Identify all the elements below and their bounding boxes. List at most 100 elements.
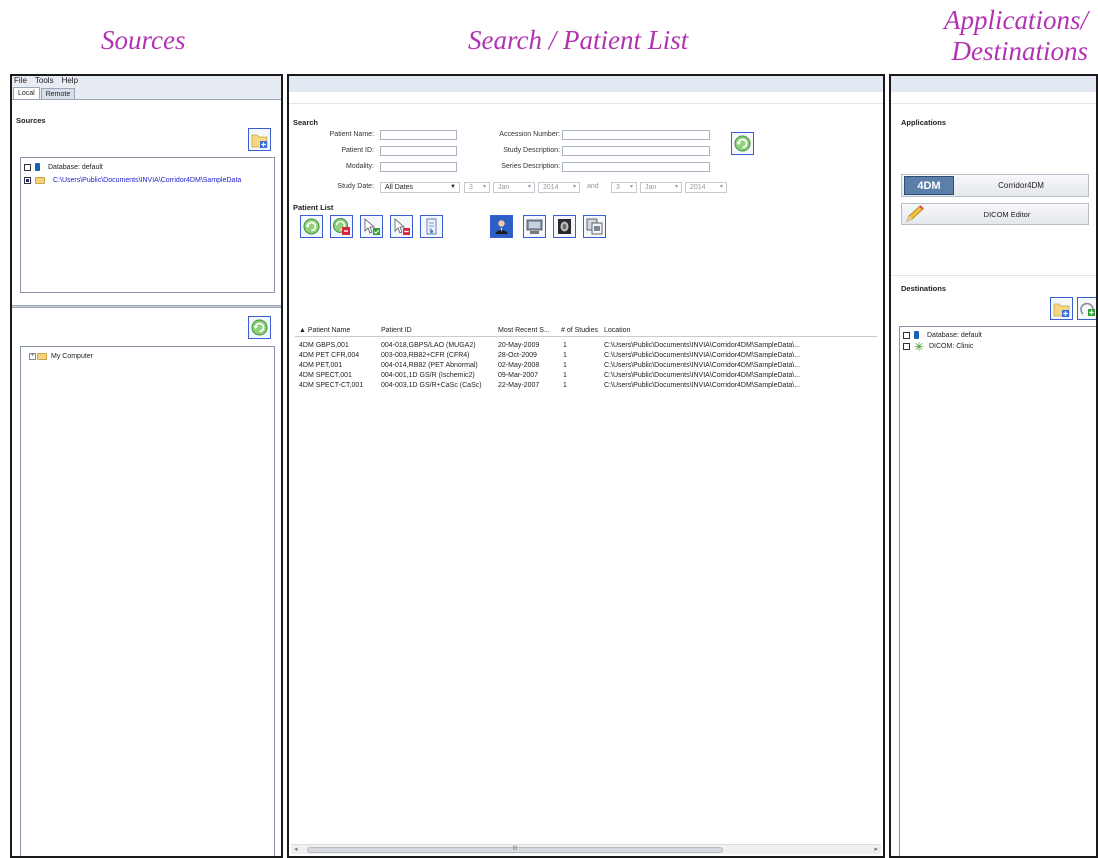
column-number-of-studies[interactable]: # of Studies	[561, 325, 598, 337]
log-icon	[426, 218, 437, 235]
tab-remote[interactable]: Remote	[40, 88, 76, 99]
study-date-select[interactable]: All Dates ▼	[380, 182, 460, 193]
from-day-select[interactable]: 3 ▾	[464, 182, 490, 193]
add-destination-button[interactable]	[1050, 297, 1073, 320]
study-description-input[interactable]	[562, 146, 710, 156]
column-patient-id[interactable]: Patient ID	[381, 325, 412, 337]
add-network-destination-button[interactable]	[1077, 297, 1096, 320]
select-all-button[interactable]	[360, 215, 383, 238]
copy-icon	[586, 218, 603, 235]
sources-caption: Sources	[101, 25, 186, 55]
table-row[interactable]: 4DM PET,001 004-014,RB82 (PET Abnormal) …	[295, 361, 877, 371]
scrollbar-grip: III	[512, 846, 518, 852]
accession-input[interactable]	[562, 130, 710, 140]
patient-id-input[interactable]	[380, 146, 457, 156]
table-row[interactable]: 4DM SPECT-CT,001 004-003,1D GS/R+CaSc (C…	[295, 381, 877, 391]
modality-label: Modality:	[345, 163, 374, 170]
scrollbar-thumb[interactable]: III	[307, 846, 723, 853]
scroll-left-icon[interactable]: ◂	[294, 845, 298, 853]
divider	[891, 103, 1096, 104]
study-description-label: Study Description:	[503, 147, 560, 154]
destination-checkbox-database[interactable]	[903, 331, 910, 339]
destination-item-dicom-clinic[interactable]: DICOM: Clinic	[903, 341, 1096, 351]
corridor4dm-label: Corridor4DM	[998, 181, 1044, 190]
applications-caption-line1: Applications/	[944, 5, 1088, 35]
refresh-tree-button[interactable]	[248, 316, 271, 339]
from-year-select[interactable]: 2014 ▾	[538, 182, 580, 193]
cell-patient-name: 4DM SPECT-CT,001	[299, 382, 364, 389]
splitter[interactable]	[12, 305, 281, 308]
series-view-button[interactable]	[553, 215, 576, 238]
refresh-list-button[interactable]	[300, 215, 323, 238]
add-source-button[interactable]	[248, 128, 271, 151]
applications-caption-line2: Destinations	[951, 36, 1088, 66]
destination-item-database[interactable]: Database: default	[903, 330, 1096, 340]
table-row[interactable]: 4DM PET CFR,004 003-003,RB82+CFR (CFR4) …	[295, 351, 877, 361]
cell-patient-id: 004-018,GBPS/LAO (MUGA2)	[381, 342, 476, 349]
from-year-value: 2014	[543, 184, 559, 191]
cell-study-count: 1	[563, 382, 567, 389]
to-month-select[interactable]: Jan ▾	[640, 182, 682, 193]
log-button[interactable]	[420, 215, 443, 238]
applications-panel-header	[891, 76, 1096, 92]
expand-icon[interactable]: +	[29, 352, 36, 360]
refresh-delete-button[interactable]	[330, 215, 353, 238]
column-location[interactable]: Location	[604, 325, 630, 337]
to-day-select[interactable]: 3 ▾	[611, 182, 637, 193]
refresh-icon	[303, 218, 320, 235]
column-patient-name[interactable]: ▲ Patient Name	[299, 325, 350, 337]
table-row[interactable]: 4DM GBPS,001 004-018,GBPS/LAO (MUGA2) 20…	[295, 341, 877, 351]
to-year-select[interactable]: 2014 ▾	[685, 182, 727, 193]
source-item-folder[interactable]: C:\Users\Public\Documents\INVIA\Corridor…	[24, 175, 274, 185]
deselect-icon	[394, 218, 410, 235]
source-checkbox-database[interactable]	[24, 163, 31, 171]
chevron-down-icon: ▾	[482, 184, 486, 190]
patient-icon	[495, 220, 508, 234]
dicom-editor-button[interactable]: DICOM Editor	[901, 203, 1089, 225]
cell-patient-name: 4DM PET,001	[299, 362, 343, 369]
cell-most-recent: 20-May-2009	[498, 342, 540, 349]
search-refresh-button[interactable]	[731, 132, 754, 155]
column-most-recent[interactable]: Most Recent S...	[498, 325, 550, 337]
source-checkbox-folder[interactable]	[24, 176, 31, 184]
cell-most-recent: 28-Oct-2009	[498, 352, 537, 359]
pencil-icon	[906, 205, 924, 222]
tree-node-my-computer[interactable]: + My Computer	[29, 351, 274, 361]
horizontal-scrollbar[interactable]: ◂ III ▸	[291, 844, 881, 854]
copy-button[interactable]	[583, 215, 606, 238]
tree-node-label: My Computer	[51, 352, 94, 360]
modality-input[interactable]	[380, 162, 457, 172]
menu-help[interactable]: Help	[62, 76, 78, 86]
divider	[891, 275, 1096, 276]
destination-label-dicom-clinic: DICOM: Clinic	[929, 342, 974, 350]
deselect-button[interactable]	[390, 215, 413, 238]
destination-checkbox-dicom-clinic[interactable]	[903, 342, 910, 350]
corridor4dm-logo: 4DM	[904, 176, 954, 195]
tab-local[interactable]: Local	[13, 87, 40, 99]
from-month-select[interactable]: Jan ▾	[493, 182, 535, 193]
cell-location: C:\Users\Public\Documents\INVIA\Corridor…	[604, 382, 801, 389]
cell-most-recent: 22-May-2007	[498, 382, 540, 389]
source-item-database[interactable]: Database: default	[24, 162, 274, 172]
folder-icon	[35, 176, 45, 184]
add-folder-icon	[251, 134, 268, 148]
scroll-right-icon[interactable]: ▸	[874, 845, 878, 853]
menu-file[interactable]: File	[14, 76, 27, 86]
patient-view-button[interactable]	[490, 215, 513, 238]
patient-name-label: Patient Name:	[329, 131, 374, 138]
cell-study-count: 1	[563, 352, 567, 359]
study-view-button[interactable]	[523, 215, 546, 238]
corridor4dm-button[interactable]: 4DM Corridor4DM	[901, 174, 1089, 197]
accession-label: Accession Number:	[499, 131, 560, 138]
series-description-input[interactable]	[562, 162, 710, 172]
cell-patient-name: 4DM GBPS,001	[299, 342, 349, 349]
applications-panel: Applications 4DM Corridor4DM DICOM Edito…	[889, 74, 1098, 858]
chevron-down-icon: ▾	[629, 184, 633, 190]
cell-patient-id: 004-001,1D GS/R (Ischemic2)	[381, 372, 475, 379]
to-year-value: 2014	[690, 184, 706, 191]
patient-name-input[interactable]	[380, 130, 457, 140]
menu-tools[interactable]: Tools	[35, 76, 54, 86]
monitor-icon	[526, 219, 543, 234]
patient-id-label: Patient ID:	[341, 147, 374, 154]
table-row[interactable]: 4DM SPECT,001 004-001,1D GS/R (Ischemic2…	[295, 371, 877, 381]
